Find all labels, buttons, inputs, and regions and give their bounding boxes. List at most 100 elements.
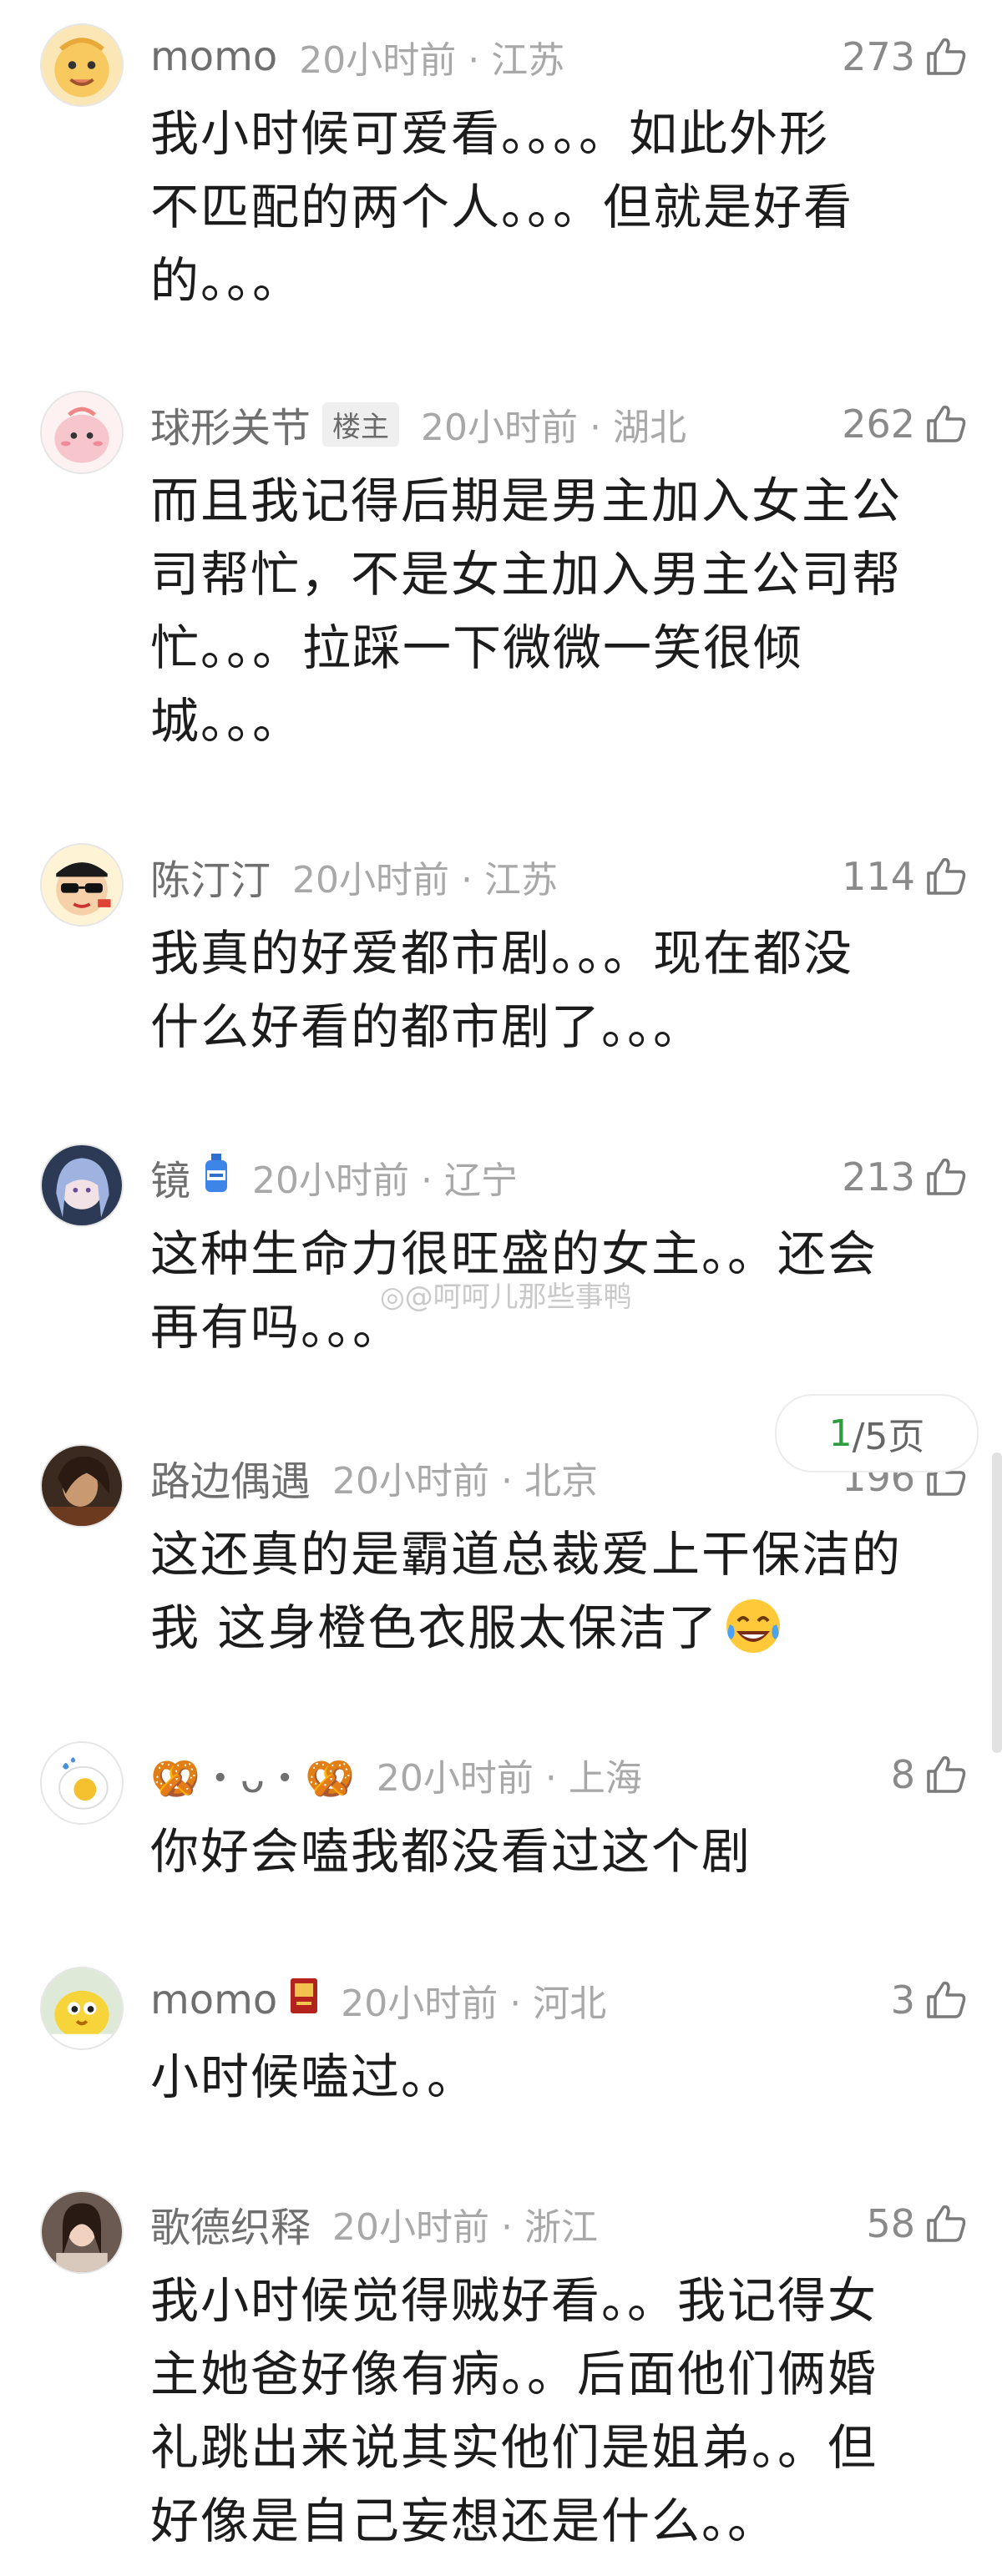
username[interactable]: momo <box>150 1977 277 2023</box>
like-button[interactable]: 3 <box>891 1967 969 2033</box>
username[interactable]: 歌德织释 <box>150 2195 311 2253</box>
comment-line: 小时候嗑过。。 <box>150 2040 927 2114</box>
thumbs-up-icon[interactable] <box>922 1751 969 1798</box>
comment-meta: 🥨・ᴗ・🥨 20小时前 · 上海 8 <box>150 1741 969 1808</box>
comment-line: 这还真的是霸道总裁爱上干保洁的 <box>150 1518 927 1591</box>
thumbs-up-icon[interactable] <box>922 853 969 900</box>
like-count: 262 <box>842 402 915 447</box>
thumbs-up-icon[interactable] <box>922 1154 969 1200</box>
time-location: 20小时前 · 湖北 <box>421 407 686 449</box>
avatar[interactable] <box>40 1144 124 1227</box>
comment-line-text: 不匹配的两个人。。。但就是好看 <box>150 179 854 235</box>
like-count: 58 <box>866 2201 915 2246</box>
time-location: 20小时前 · 河北 <box>341 1983 607 2025</box>
comment-text: 你好会嗑我都没看过这个剧 <box>150 1815 927 1888</box>
watermark: ◎@呵呵儿那些事鸭 <box>380 1280 632 1314</box>
comment-line: 礼跳出来说其实他们是姐弟。。但 <box>150 2411 927 2484</box>
time-location: 20小时前 · 上海 <box>376 1757 642 1800</box>
avatar[interactable] <box>40 391 124 474</box>
comment-line: 主她爸好像有病。。后面他们俩婚 <box>150 2337 927 2411</box>
thumbs-up-icon[interactable] <box>922 1977 969 2023</box>
comment-meta: 歌德织释 20小时前 · 浙江 58 <box>150 2190 969 2257</box>
time-location: 20小时前 · 浙江 <box>332 2206 598 2249</box>
comment-meta: 球形关节 楼主 20小时前 · 湖北 262 <box>150 391 969 457</box>
comment-line-text: 我真的好爱都市剧。。。现在都没 <box>150 925 854 982</box>
page-total: /5页 <box>852 1416 925 1458</box>
comment-line-text: 我小时候觉得贼好看。。我记得女 <box>150 2272 878 2329</box>
thumbs-up-icon[interactable] <box>922 401 969 447</box>
comment-text: 小时候嗑过。。 <box>150 2040 927 2114</box>
comment-line: 我真的好爱都市剧。。。现在都没 <box>150 917 927 990</box>
comment-line-text: 这还真的是霸道总裁爱上干保洁的 <box>150 1526 903 1583</box>
comment-meta: 镜 20小时前 · 辽宁 213 <box>150 1144 969 1210</box>
comment-line-text: 的。。。 <box>150 252 303 309</box>
avatar[interactable] <box>40 1741 124 1825</box>
comment-line-text: 什么好看的都市剧了。。。 <box>150 998 704 1055</box>
comment-line-text: 忙。。。拉踩一下微微一笑很倾 <box>150 619 804 676</box>
comment-meta: momo 20小时前 · 江苏 273 <box>150 23 969 90</box>
thumbs-up-icon[interactable] <box>922 2200 969 2247</box>
time-location: 20小时前 · 江苏 <box>299 39 565 82</box>
flair-badge <box>289 1977 319 2024</box>
comment-line-text: 司帮忙，不是女主加入男主公司帮 <box>150 546 903 603</box>
comment-line: 忙。。。拉踩一下微微一笑很倾 <box>150 611 927 684</box>
comment-line: 不匹配的两个人。。。但就是好看 <box>150 170 927 244</box>
username[interactable]: 球形关节 <box>150 395 311 453</box>
comment-line: 好像是自己妄想还是什么。。 <box>150 2484 927 2558</box>
like-button[interactable]: 273 <box>842 23 969 90</box>
like-button[interactable]: 114 <box>842 843 969 910</box>
comment-line-text: 小时候嗑过。。 <box>150 2048 478 2105</box>
username[interactable]: 陈汀汀 <box>150 847 271 906</box>
comment-line: 我小时候觉得贼好看。。我记得女 <box>150 2264 927 2337</box>
comment-line: 我 这身橙色衣服太保洁了 <box>150 1591 927 1664</box>
like-count: 3 <box>890 1977 915 2023</box>
scrollbar[interactable] <box>992 1452 1002 1753</box>
comment-line-text: 好像是自己妄想还是什么。。 <box>150 2493 778 2549</box>
weibo-icon: ◎ <box>380 1280 405 1314</box>
op-badge: 楼主 <box>322 402 400 447</box>
comment-line-text: 再有吗。。。 <box>150 1299 403 1356</box>
current-page: 1 <box>828 1412 853 1455</box>
username[interactable]: 🥨・ᴗ・🥨 <box>150 1745 355 1804</box>
comment-text: 我真的好爱都市剧。。。现在都没 什么好看的都市剧了。。。 <box>150 917 927 1063</box>
comment-line: 的。。。 <box>150 244 927 317</box>
avatar[interactable] <box>40 23 124 107</box>
like-button[interactable]: 213 <box>842 1144 969 1210</box>
comment-meta: 陈汀汀 20小时前 · 江苏 114 <box>150 843 969 910</box>
comment-line-text: 主她爸好像有病。。后面他们俩婚 <box>150 2346 878 2402</box>
comment-line-text: 城。。。 <box>150 693 303 750</box>
avatar[interactable] <box>40 1444 124 1528</box>
like-button[interactable]: 58 <box>866 2190 969 2257</box>
username[interactable]: 路边偶遇 <box>150 1448 311 1507</box>
avatar[interactable] <box>40 2190 124 2274</box>
comment-meta: momo 20小时前 · 河北 3 <box>150 1967 969 2033</box>
comment-line: 司帮忙，不是女主加入男主公司帮 <box>150 538 927 611</box>
avatar[interactable] <box>40 843 124 927</box>
page-indicator[interactable]: 1/5页 <box>775 1394 979 1472</box>
comment-line: 我小时候可爱看。。。。如此外形 <box>150 97 927 170</box>
like-button[interactable]: 8 <box>891 1741 969 1808</box>
comment-text: 而且我记得后期是男主加入女主公 司帮忙，不是女主加入男主公司帮 忙。。。拉踩一下微微… <box>150 464 927 758</box>
comment-text: 我小时候可爱看。。。。如此外形 不匹配的两个人。。。但就是好看 的。。。 <box>150 97 927 317</box>
time-location: 20小时前 · 北京 <box>332 1460 598 1503</box>
time-location: 20小时前 · 江苏 <box>292 859 558 902</box>
comment-line-text: 我 这身橙色衣服太保洁了 <box>150 1599 719 1656</box>
like-count: 114 <box>842 854 915 899</box>
username[interactable]: momo <box>150 33 277 80</box>
thumbs-up-icon[interactable] <box>922 33 969 80</box>
comment-line-text: 你好会嗑我都没看过这个剧 <box>150 1823 752 1880</box>
comment-line-text: 而且我记得后期是男主加入女主公 <box>150 472 903 529</box>
username[interactable]: 镜 <box>150 1148 190 1206</box>
laughing-crying-emoji <box>726 1599 781 1653</box>
comment-line-text: 我小时候可爱看。。。。如此外形 <box>150 105 830 162</box>
avatar[interactable] <box>40 1967 124 2050</box>
like-button[interactable]: 262 <box>842 391 969 457</box>
comment-text: 我小时候觉得贼好看。。我记得女 主她爸好像有病。。后面他们俩婚 礼跳出来说其实他们是… <box>150 2264 927 2558</box>
comment-text: 这还真的是霸道总裁爱上干保洁的我 这身橙色衣服太保洁了 <box>150 1518 927 1664</box>
red-medal-icon <box>291 1977 318 2013</box>
like-count: 8 <box>890 1752 915 1797</box>
like-count: 213 <box>842 1154 915 1200</box>
comment-line: 城。。。 <box>150 684 927 758</box>
comment-line: 什么好看的都市剧了。。。 <box>150 990 927 1063</box>
comment-line-text: 礼跳出来说其实他们是姐弟。。但 <box>150 2419 878 2476</box>
